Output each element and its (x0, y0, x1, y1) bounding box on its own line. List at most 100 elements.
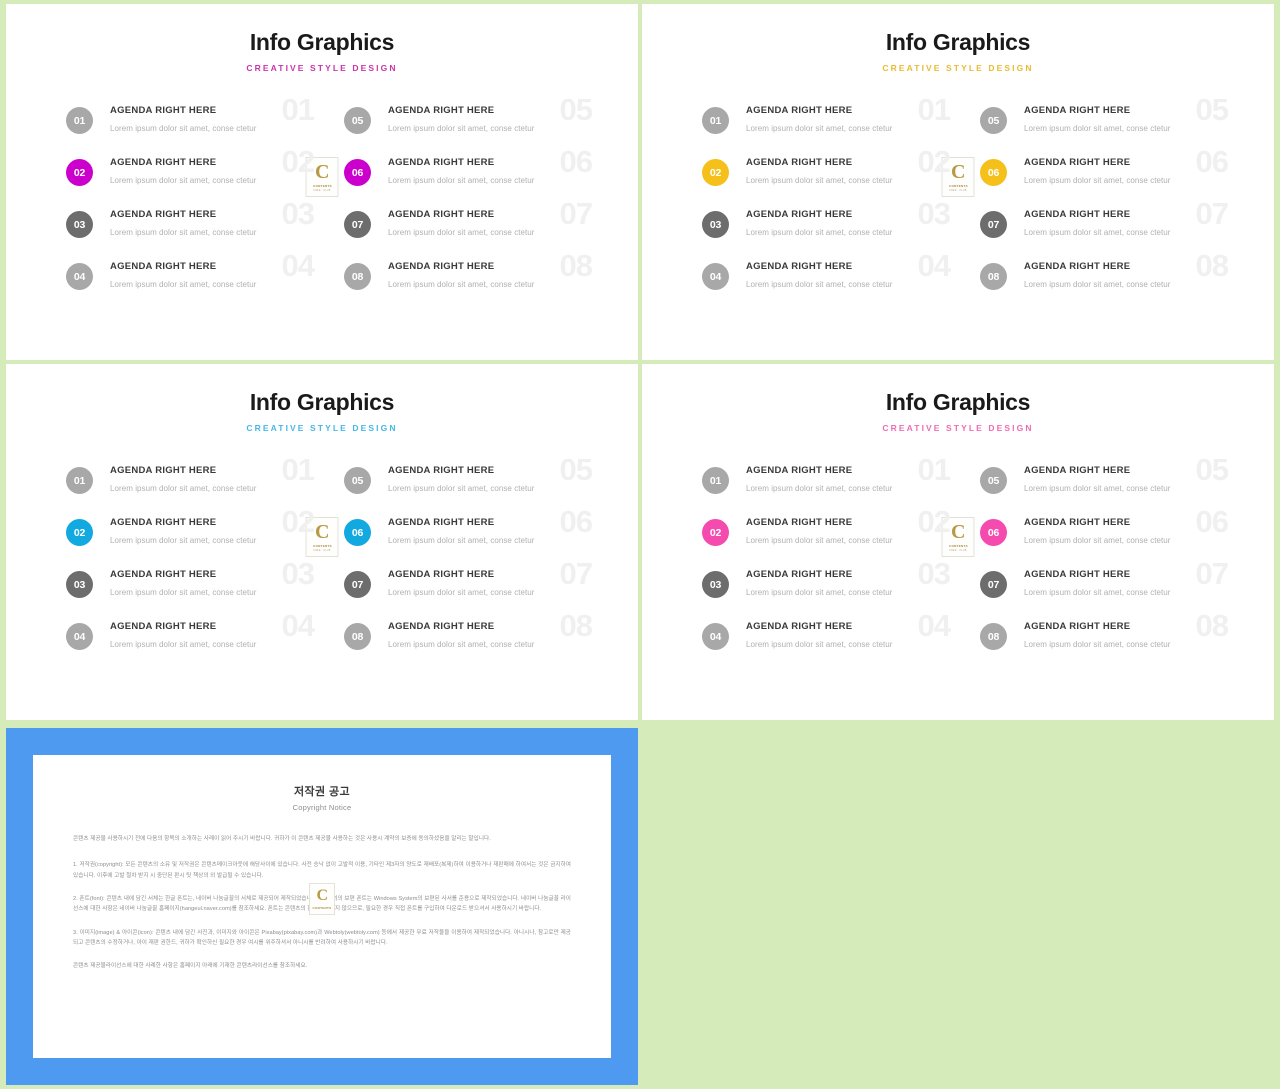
list-item-text: AGENDA RIGHT HERE Lorem ipsum dolor sit … (746, 621, 946, 650)
step-badge[interactable]: 06 (344, 519, 371, 547)
list-item-desc: Lorem ipsum dolor sit amet, conse ctetur (746, 587, 893, 597)
list-item[interactable]: 01 01 AGENDA RIGHT HERE Lorem ipsum dolo… (66, 454, 316, 513)
list-item-desc: Lorem ipsum dolor sit amet, conse ctetur (110, 123, 257, 133)
step-badge[interactable]: 07 (980, 571, 1007, 599)
notice-paragraph: 콘텐츠 제공물라이선스에 대한 사례한 사항은 홈페이지 아래에 기재한 콘텐츠… (73, 963, 308, 970)
notice-paragraph: 3. 이미지(image) & 아이콘(icon): 콘텐츠 내에 담긴 사진과… (73, 929, 571, 947)
slide-yellow: Info Graphics CREATIVE STYLE DESIGN C CO… (642, 4, 1274, 360)
list-item[interactable]: 08 08 AGENDA RIGHT HERE Lorem ipsum dolo… (980, 610, 1230, 669)
agenda-column-right: 05 05 AGENDA RIGHT HERE Lorem ipsum dolo… (980, 94, 1230, 309)
step-badge[interactable]: 07 (344, 211, 371, 239)
slide-header: Info Graphics CREATIVE STYLE DESIGN (6, 4, 638, 73)
agenda-column-left: 01 01 AGENDA RIGHT HERE Lorem ipsum dolo… (66, 454, 316, 669)
list-item-desc: Lorem ipsum dolor sit amet, conse ctetur (388, 639, 535, 649)
step-badge[interactable]: 04 (702, 263, 729, 291)
list-item-title: AGENDA RIGHT HERE (1024, 569, 1131, 581)
list-item[interactable]: 07 07 AGENDA RIGHT HERE Lorem ipsum dolo… (344, 198, 594, 257)
list-item[interactable]: 04 04 AGENDA RIGHT HERE Lorem ipsum dolo… (702, 250, 952, 309)
list-item[interactable]: 02 02 AGENDA RIGHT HERE Lorem ipsum dolo… (702, 506, 952, 565)
list-item[interactable]: 01 01 AGENDA RIGHT HERE Lorem ipsum dolo… (66, 94, 316, 153)
step-badge[interactable]: 01 (702, 107, 729, 135)
list-item[interactable]: 03 03 AGENDA RIGHT HERE Lorem ipsum dolo… (702, 558, 952, 617)
list-item[interactable]: 05 05 AGENDA RIGHT HERE Lorem ipsum dolo… (344, 454, 594, 513)
step-badge[interactable]: 08 (344, 623, 371, 651)
step-badge[interactable]: 01 (66, 467, 93, 495)
slide-pink: Info Graphics CREATIVE STYLE DESIGN C CO… (642, 364, 1274, 720)
step-badge[interactable]: 01 (702, 467, 729, 495)
poster-canvas: Info Graphics CREATIVE STYLE DESIGN C CO… (0, 0, 1280, 1089)
step-badge[interactable]: 07 (344, 571, 371, 599)
list-item[interactable]: 02 02 AGENDA RIGHT HERE Lorem ipsum dolo… (66, 146, 316, 205)
page-title: Info Graphics (885, 389, 1031, 415)
step-badge[interactable]: 01 (66, 107, 93, 135)
page-title: Info Graphics (249, 29, 395, 55)
list-item[interactable]: 03 03 AGENDA RIGHT HERE Lorem ipsum dolo… (702, 198, 952, 257)
list-item[interactable]: 08 08 AGENDA RIGHT HERE Lorem ipsum dolo… (980, 250, 1230, 309)
page-subtitle: CREATIVE STYLE DESIGN (246, 423, 398, 434)
list-item[interactable]: 07 07 AGENDA RIGHT HERE Lorem ipsum dolo… (980, 198, 1230, 257)
list-item[interactable]: 07 07 AGENDA RIGHT HERE Lorem ipsum dolo… (344, 558, 594, 617)
step-badge[interactable]: 03 (702, 571, 729, 599)
list-item-text: AGENDA RIGHT HERE Lorem ipsum dolor sit … (110, 157, 310, 186)
step-badge[interactable]: 05 (344, 107, 371, 135)
list-item[interactable]: 04 04 AGENDA RIGHT HERE Lorem ipsum dolo… (702, 610, 952, 669)
list-item[interactable]: 02 02 AGENDA RIGHT HERE Lorem ipsum dolo… (702, 146, 952, 205)
list-item[interactable]: 04 04 AGENDA RIGHT HERE Lorem ipsum dolo… (66, 610, 316, 669)
list-item-desc: Lorem ipsum dolor sit amet, conse ctetur (746, 279, 893, 289)
list-item-desc: Lorem ipsum dolor sit amet, conse ctetur (1024, 483, 1171, 493)
step-badge[interactable]: 02 (702, 159, 729, 187)
list-item[interactable]: 01 01 AGENDA RIGHT HERE Lorem ipsum dolo… (702, 454, 952, 513)
step-badge[interactable]: 02 (702, 519, 729, 547)
agenda-column-right: 05 05 AGENDA RIGHT HERE Lorem ipsum dolo… (344, 94, 594, 309)
step-badge[interactable]: 05 (344, 467, 371, 495)
list-item[interactable]: 03 03 AGENDA RIGHT HERE Lorem ipsum dolo… (66, 198, 316, 257)
step-badge[interactable]: 06 (980, 159, 1007, 187)
logo-letter: C (315, 161, 329, 184)
list-item[interactable]: 06 06 AGENDA RIGHT HERE Lorem ipsum dolo… (344, 146, 594, 205)
list-item-desc: Lorem ipsum dolor sit amet, conse ctetur (110, 227, 257, 237)
list-item[interactable]: 01 01 AGENDA RIGHT HERE Lorem ipsum dolo… (702, 94, 952, 153)
step-badge[interactable]: 04 (66, 263, 93, 291)
step-badge[interactable]: 08 (980, 263, 1007, 291)
list-item[interactable]: 07 07 AGENDA RIGHT HERE Lorem ipsum dolo… (980, 558, 1230, 617)
copyright-notice-page: 저작권 공고 Copyright Notice C CONTENTS 콘텐츠 제… (33, 755, 611, 1058)
list-item[interactable]: 06 06 AGENDA RIGHT HERE Lorem ipsum dolo… (980, 146, 1230, 205)
list-item[interactable]: 08 08 AGENDA RIGHT HERE Lorem ipsum dolo… (344, 610, 594, 669)
page-title: Info Graphics (249, 389, 395, 415)
step-badge[interactable]: 02 (66, 159, 93, 187)
list-item[interactable]: 02 02 AGENDA RIGHT HERE Lorem ipsum dolo… (66, 506, 316, 565)
step-badge[interactable]: 02 (66, 519, 93, 547)
step-badge[interactable]: 05 (980, 107, 1007, 135)
step-badge[interactable]: 03 (66, 571, 93, 599)
list-item-text: AGENDA RIGHT HERE Lorem ipsum dolor sit … (388, 517, 588, 546)
step-badge[interactable]: 08 (344, 263, 371, 291)
step-badge[interactable]: 06 (980, 519, 1007, 547)
list-item-title: AGENDA RIGHT HERE (1024, 621, 1131, 633)
step-badge[interactable]: 03 (702, 211, 729, 239)
list-item[interactable]: 04 04 AGENDA RIGHT HERE Lorem ipsum dolo… (66, 250, 316, 309)
logo-tagline: FREE · CLUB (313, 549, 331, 553)
list-item-text: AGENDA RIGHT HERE Lorem ipsum dolor sit … (110, 569, 310, 598)
list-item[interactable]: 05 05 AGENDA RIGHT HERE Lorem ipsum dolo… (980, 454, 1230, 513)
list-item[interactable]: 08 08 AGENDA RIGHT HERE Lorem ipsum dolo… (344, 250, 594, 309)
list-item[interactable]: 05 05 AGENDA RIGHT HERE Lorem ipsum dolo… (980, 94, 1230, 153)
slide-magenta: Info Graphics CREATIVE STYLE DESIGN C CO… (6, 4, 638, 360)
step-badge[interactable]: 08 (980, 623, 1007, 651)
list-item-title: AGENDA RIGHT HERE (1024, 261, 1131, 273)
step-badge[interactable]: 07 (980, 211, 1007, 239)
list-item[interactable]: 06 06 AGENDA RIGHT HERE Lorem ipsum dolo… (344, 506, 594, 565)
list-item[interactable]: 06 06 AGENDA RIGHT HERE Lorem ipsum dolo… (980, 506, 1230, 565)
step-badge[interactable]: 04 (702, 623, 729, 651)
agenda-grid: C CONTENTS FREE · CLUB 01 01 AGENDA RIGH… (642, 94, 1274, 309)
step-badge[interactable]: 06 (344, 159, 371, 187)
list-item-text: AGENDA RIGHT HERE Lorem ipsum dolor sit … (746, 517, 946, 546)
list-item-title: AGENDA RIGHT HERE (388, 569, 495, 581)
list-item-desc: Lorem ipsum dolor sit amet, conse ctetur (388, 535, 535, 545)
list-item-title: AGENDA RIGHT HERE (1024, 517, 1131, 529)
step-badge[interactable]: 05 (980, 467, 1007, 495)
list-item[interactable]: 05 05 AGENDA RIGHT HERE Lorem ipsum dolo… (344, 94, 594, 153)
list-item[interactable]: 03 03 AGENDA RIGHT HERE Lorem ipsum dolo… (66, 558, 316, 617)
step-badge[interactable]: 03 (66, 211, 93, 239)
step-badge[interactable]: 04 (66, 623, 93, 651)
list-item-title: AGENDA RIGHT HERE (388, 105, 495, 117)
